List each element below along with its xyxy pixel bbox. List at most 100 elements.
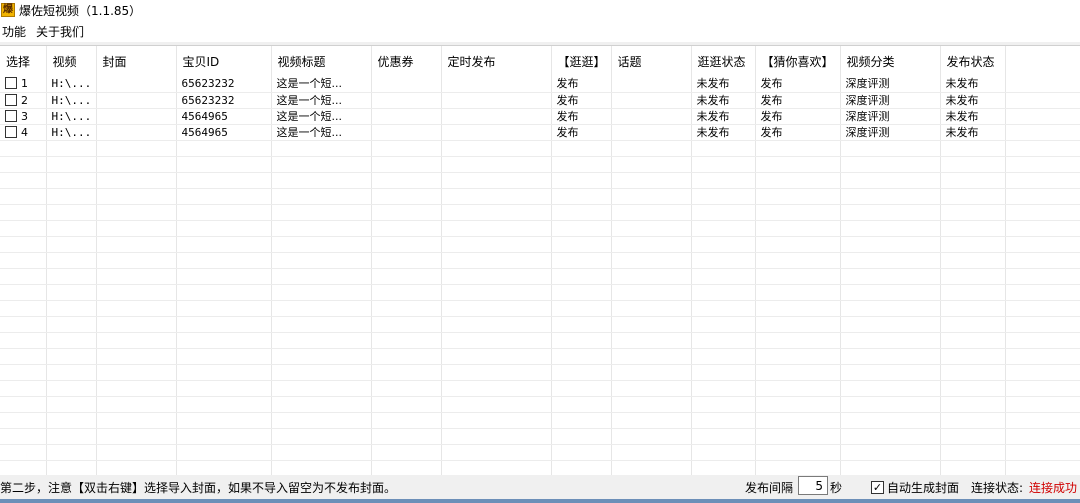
col-header-select[interactable]: 选择 xyxy=(0,46,47,76)
empty-cell xyxy=(840,300,941,317)
publish-interval-input[interactable] xyxy=(798,476,828,495)
guangguang-cell[interactable]: 发布 xyxy=(551,124,612,141)
empty-cell xyxy=(611,252,692,269)
cover-cell[interactable] xyxy=(96,76,177,93)
table-row[interactable]: 4 H:\... 4564965 这是一个短... 发布 未发布 发布 深度评测… xyxy=(0,124,1080,141)
select-cell[interactable]: 4 xyxy=(0,124,47,141)
empty-cell xyxy=(441,268,552,285)
row-checkbox[interactable] xyxy=(5,125,17,138)
guangguang-cell[interactable]: 发布 xyxy=(551,76,612,93)
empty-cell xyxy=(1005,428,1080,445)
empty-row xyxy=(0,188,1080,205)
col-header-video-title[interactable]: 视频标题 xyxy=(271,46,372,76)
select-cell[interactable]: 3 xyxy=(0,108,47,125)
empty-row xyxy=(0,364,1080,381)
table-row[interactable]: 2 H:\... 65623232 这是一个短... 发布 未发布 发布 深度评… xyxy=(0,92,1080,109)
empty-cell xyxy=(46,156,97,173)
empty-cell xyxy=(176,220,272,237)
empty-cell xyxy=(371,412,442,429)
schedule-cell[interactable] xyxy=(441,76,552,93)
category-cell[interactable]: 深度评测 xyxy=(840,76,941,93)
col-header-coupon[interactable]: 优惠券 xyxy=(371,46,442,76)
category-cell[interactable]: 深度评测 xyxy=(840,108,941,125)
row-checkbox[interactable] xyxy=(5,77,17,90)
row-checkbox[interactable] xyxy=(5,109,17,122)
col-header-guess-you-like[interactable]: 【猜你喜欢】 xyxy=(755,46,841,76)
col-header-guangguang[interactable]: 【逛逛】 xyxy=(551,46,612,76)
guangguang-cell[interactable]: 发布 xyxy=(551,108,612,125)
menu-function[interactable]: 功能 xyxy=(0,23,32,40)
item-id-cell[interactable]: 4564965 xyxy=(176,124,272,141)
guangguang-cell[interactable]: 发布 xyxy=(551,92,612,109)
empty-row xyxy=(0,204,1080,221)
select-cell[interactable]: 2 xyxy=(0,92,47,109)
col-header-schedule[interactable]: 定时发布 xyxy=(441,46,552,76)
empty-cell xyxy=(940,140,1006,157)
col-header-video[interactable]: 视频 xyxy=(46,46,97,76)
guess-you-like-cell[interactable]: 发布 xyxy=(755,76,841,93)
coupon-cell[interactable] xyxy=(371,108,442,125)
guess-you-like-cell[interactable]: 发布 xyxy=(755,124,841,141)
topic-cell[interactable] xyxy=(611,92,692,109)
cover-cell[interactable] xyxy=(96,124,177,141)
auto-cover-checkbox[interactable]: ✓ 自动生成封面 xyxy=(871,479,959,496)
schedule-cell[interactable] xyxy=(441,92,552,109)
category-cell[interactable]: 深度评测 xyxy=(840,124,941,141)
empty-cell xyxy=(691,236,756,253)
empty-cell xyxy=(755,364,841,381)
empty-cell xyxy=(176,316,272,333)
topic-cell[interactable] xyxy=(611,124,692,141)
col-header-video-category[interactable]: 视频分类 xyxy=(840,46,941,76)
coupon-cell[interactable] xyxy=(371,124,442,141)
row-index: 3 xyxy=(21,109,28,123)
video-cell[interactable]: H:\... xyxy=(46,124,97,141)
table-row[interactable]: 1 H:\... 65623232 这是一个短... 发布 未发布 发布 深度评… xyxy=(0,76,1080,93)
col-header-item-id[interactable]: 宝贝ID xyxy=(176,46,272,76)
coupon-cell[interactable] xyxy=(371,92,442,109)
title-cell[interactable]: 这是一个短... xyxy=(271,124,372,141)
col-header-publish-status[interactable]: 发布状态 xyxy=(940,46,1006,76)
table-row[interactable]: 3 H:\... 4564965 这是一个短... 发布 未发布 发布 深度评测… xyxy=(0,108,1080,125)
coupon-cell[interactable] xyxy=(371,76,442,93)
empty-cell xyxy=(0,412,47,429)
schedule-cell[interactable] xyxy=(441,124,552,141)
select-cell[interactable]: 1 xyxy=(0,76,47,93)
col-header-cover[interactable]: 封面 xyxy=(96,46,177,76)
col-header-topic[interactable]: 话题 xyxy=(611,46,692,76)
publish-status-cell: 未发布 xyxy=(940,92,1006,109)
empty-cell xyxy=(840,332,941,349)
empty-cell xyxy=(551,348,612,365)
guess-you-like-cell[interactable]: 发布 xyxy=(755,108,841,125)
empty-cell xyxy=(96,412,177,429)
col-header-guangguang-status[interactable]: 逛逛状态 xyxy=(691,46,756,76)
title-cell[interactable]: 这是一个短... xyxy=(271,108,372,125)
video-cell[interactable]: H:\... xyxy=(46,108,97,125)
category-cell[interactable]: 深度评测 xyxy=(840,92,941,109)
video-cell[interactable]: H:\... xyxy=(46,92,97,109)
empty-cell xyxy=(96,172,177,189)
topic-cell[interactable] xyxy=(611,108,692,125)
row-checkbox[interactable] xyxy=(5,93,17,106)
item-id-cell[interactable]: 4564965 xyxy=(176,108,272,125)
empty-cell xyxy=(96,364,177,381)
title-cell[interactable]: 这是一个短... xyxy=(271,92,372,109)
guess-you-like-cell[interactable]: 发布 xyxy=(755,92,841,109)
video-cell[interactable]: H:\... xyxy=(46,76,97,93)
topic-cell[interactable] xyxy=(611,76,692,93)
video-data-grid[interactable]: 选择 视频 封面 宝贝ID 视频标题 优惠券 定时发布 【逛逛】 话题 逛逛状态… xyxy=(0,45,1080,475)
cover-cell[interactable] xyxy=(96,92,177,109)
empty-cell xyxy=(840,444,941,461)
schedule-cell[interactable] xyxy=(441,108,552,125)
cover-cell[interactable] xyxy=(96,108,177,125)
empty-cell xyxy=(0,444,47,461)
checkmark-icon[interactable]: ✓ xyxy=(871,481,884,494)
empty-cell xyxy=(755,412,841,429)
empty-cell xyxy=(176,172,272,189)
empty-row xyxy=(0,380,1080,397)
item-id-cell[interactable]: 65623232 xyxy=(176,76,272,93)
empty-cell xyxy=(691,140,756,157)
menu-about-us[interactable]: 关于我们 xyxy=(34,23,90,40)
title-cell[interactable]: 这是一个短... xyxy=(271,76,372,93)
empty-cell xyxy=(176,428,272,445)
item-id-cell[interactable]: 65623232 xyxy=(176,92,272,109)
